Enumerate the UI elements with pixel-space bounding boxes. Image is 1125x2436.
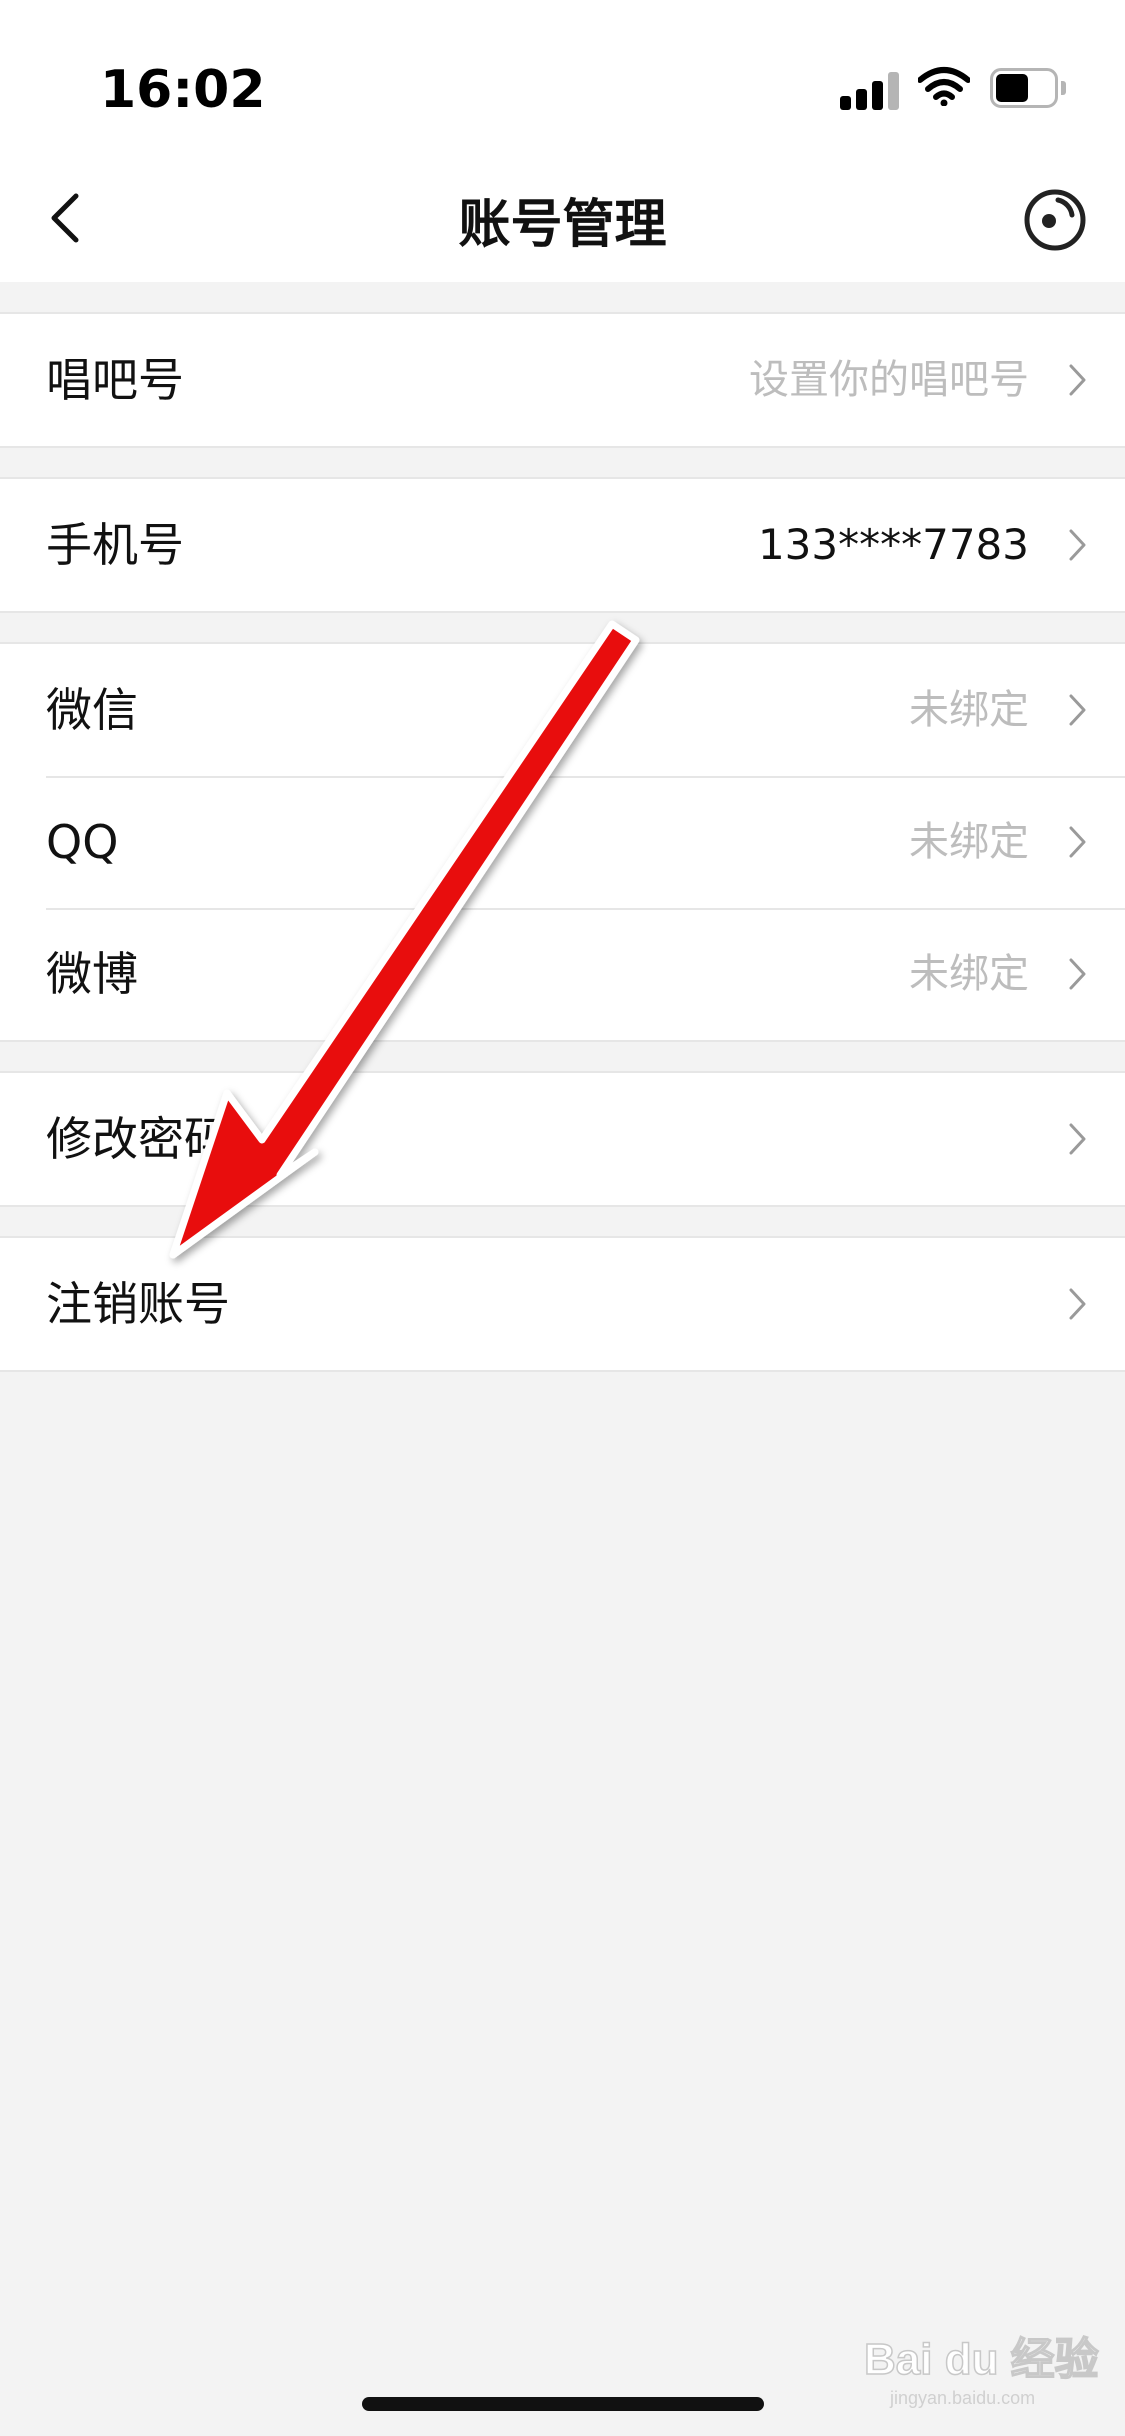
account-management-screen: 16:02 账号管理 唱吧号 设置你的唱吧号 手机号 133****7783 微…	[0, 0, 1125, 2436]
row-value: 133****7783	[757, 520, 1029, 569]
row-value: 设置你的唱吧号	[749, 357, 1029, 403]
row-qq[interactable]: QQ 未绑定	[0, 776, 1125, 908]
settings-group-deactivate: 注销账号	[0, 1236, 1125, 1372]
settings-group-phone: 手机号 133****7783	[0, 477, 1125, 613]
status-bar: 16:02	[0, 0, 1125, 150]
row-label: 注销账号	[46, 1277, 230, 1331]
chevron-right-icon	[1069, 364, 1086, 396]
svg-text:jingyan.baidu.com: jingyan.baidu.com	[889, 2388, 1035, 2408]
row-label: 手机号	[46, 518, 184, 572]
signal-icon	[840, 72, 900, 110]
chevron-right-icon	[1069, 826, 1086, 858]
target-icon[interactable]	[1020, 185, 1090, 255]
row-label: 唱吧号	[46, 353, 184, 407]
row-label: 微博	[46, 947, 138, 1001]
settings-group-password: 修改密码	[0, 1071, 1125, 1207]
home-indicator[interactable]	[362, 2397, 764, 2411]
chevron-right-icon	[1069, 1288, 1086, 1320]
row-label: 微信	[46, 683, 138, 737]
row-value: 未绑定	[909, 951, 1029, 997]
row-wechat[interactable]: 微信 未绑定	[0, 644, 1125, 776]
chevron-right-icon	[1069, 694, 1086, 726]
row-change-password[interactable]: 修改密码	[0, 1073, 1125, 1205]
svg-text:Bai du 经验: Bai du 经验	[864, 2335, 1099, 2384]
row-value: 未绑定	[909, 687, 1029, 733]
row-label: 修改密码	[46, 1112, 230, 1166]
page-title: 账号管理	[458, 195, 667, 255]
status-time: 16:02	[100, 60, 266, 120]
chevron-right-icon	[1069, 958, 1086, 990]
row-label: QQ	[46, 815, 119, 869]
wifi-icon	[918, 67, 970, 106]
nav-bar: 账号管理	[0, 150, 1125, 282]
row-phone[interactable]: 手机号 133****7783	[0, 479, 1125, 611]
row-deactivate-account[interactable]: 注销账号	[0, 1238, 1125, 1370]
baidu-jingyan-watermark: Bai du 经验 jingyan.baidu.com	[863, 2334, 1099, 2408]
settings-group-singid: 唱吧号 设置你的唱吧号	[0, 312, 1125, 448]
row-value: 未绑定	[909, 819, 1029, 865]
row-weibo[interactable]: 微博 未绑定	[0, 908, 1125, 1040]
chevron-right-icon	[1069, 529, 1086, 561]
row-changba-id[interactable]: 唱吧号 设置你的唱吧号	[0, 314, 1125, 446]
battery-icon	[990, 68, 1066, 108]
chevron-right-icon	[1069, 1123, 1086, 1155]
settings-group-social: 微信 未绑定 QQ 未绑定 微博 未绑定	[0, 642, 1125, 1042]
